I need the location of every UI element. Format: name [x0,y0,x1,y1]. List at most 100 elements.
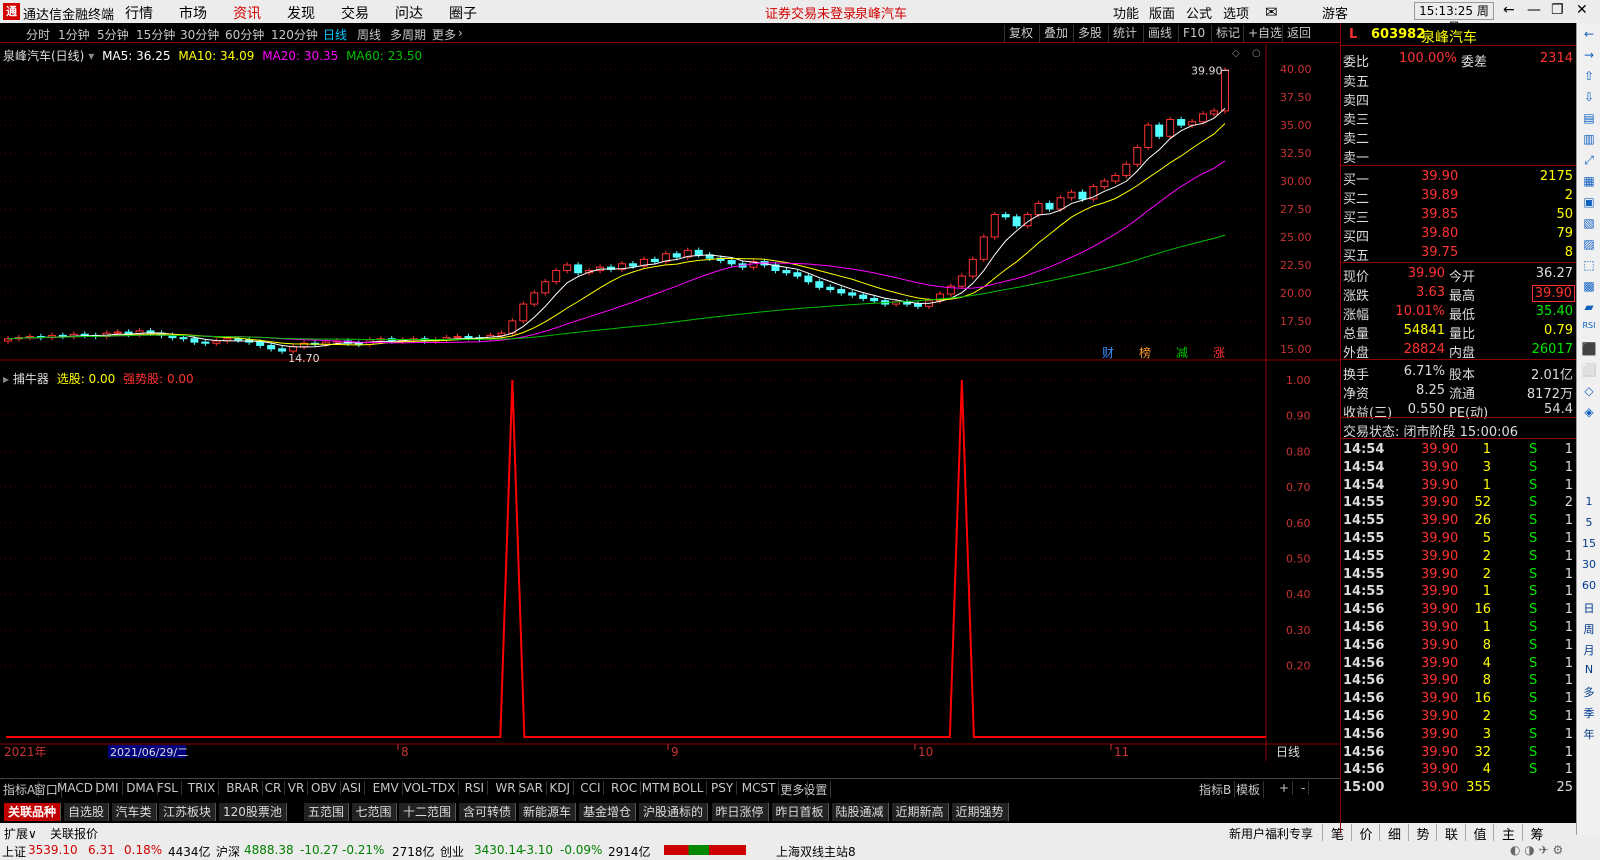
top-right-item[interactable]: 选项 [1223,3,1249,22]
indicator-tab[interactable]: OBV [308,781,341,795]
tool-button[interactable]: F10 [1178,25,1209,42]
indicator-tab[interactable]: VOL-TDX [400,781,460,795]
indicator-tab[interactable]: SAR [516,781,547,795]
sidebar-tool-icon[interactable]: → [1581,48,1597,62]
promo-link[interactable]: 新用户福利专享 [1229,825,1313,842]
block-tab[interactable]: 基金增仓 [579,803,637,821]
sidebar-tool-icon[interactable]: ← [1581,27,1597,41]
close-icon[interactable]: ✕ [1576,2,1588,18]
period-7[interactable]: 日线 [323,26,347,43]
block-tab[interactable]: 昨日首板 [771,803,829,821]
tool-button[interactable]: 标记 [1211,25,1244,42]
indicator-tab[interactable]: RSI [462,781,489,795]
indicator-tab[interactable]: MTM [639,781,674,795]
indicator-tab[interactable]: 设置 [800,781,832,798]
sidebar-tool-icon[interactable]: ⬛ [1581,342,1597,356]
minimize-icon[interactable]: — [1527,2,1541,18]
indicator-tab[interactable]: DMA [123,781,158,795]
sidebar-tool-icon[interactable]: ◇ [1581,384,1597,398]
sidebar-tool-icon[interactable]: RSI [1581,321,1597,330]
sub-collapse-icon[interactable]: ▸ [3,372,9,386]
block-tab[interactable]: 120股票池 [219,803,287,821]
indicator-right-tab[interactable]: 模板 [1233,781,1265,798]
sidebar-period-item[interactable]: 1 [1581,495,1597,508]
tool-button[interactable]: +自选 [1243,25,1286,42]
indicator-right-tab[interactable]: + [1276,781,1294,795]
block-tab[interactable]: 含可转债 [459,803,517,821]
sidebar-period-item[interactable]: 月 [1581,642,1597,658]
sidebar-tool-icon[interactable]: ⤢ [1581,153,1597,168]
more-chevron-icon[interactable]: › [458,26,463,40]
indicator-tab[interactable]: BRAR [223,781,263,795]
indicator-tab[interactable]: MCST [739,781,780,795]
block-tab[interactable]: 近期强势 [951,803,1009,821]
sidebar-tool-icon[interactable]: ▣ [1581,195,1597,209]
sidebar-period-item[interactable]: 周 [1581,621,1597,637]
expand-button[interactable]: 扩展∨ [4,825,37,842]
user-label[interactable]: 游客 [1322,3,1348,22]
period-9[interactable]: 多周期 [390,26,426,43]
sidebar-tool-icon[interactable]: ⬚ [1581,258,1597,272]
tool-button[interactable]: 多股 [1073,25,1106,42]
nav-item[interactable]: 行情 [125,3,153,23]
block-tab[interactable]: 自选股 [64,803,110,821]
sh-index[interactable]: 3539.10 [28,843,78,857]
nav-item[interactable]: 问达 [395,3,423,23]
sidebar-period-item[interactable]: 30 [1581,558,1597,571]
sidebar-tool-icon[interactable]: ▰ [1581,300,1597,314]
back-icon[interactable]: ← [1503,2,1515,18]
server-name[interactable]: 上海双线主站8 [776,843,856,860]
indicator-tab[interactable]: EMV [370,781,403,795]
sidebar-period-item[interactable]: 季 [1581,705,1597,721]
sidebar-period-item[interactable]: 日 [1581,600,1597,616]
sidebar-period-item[interactable]: 60 [1581,579,1597,592]
sidebar-tool-icon[interactable]: ⬜ [1581,363,1597,377]
tool-button[interactable]: 返回 [1282,25,1315,42]
tool-button[interactable]: 画线 [1143,25,1176,42]
indicator-tab[interactable]: TRIX [185,781,220,795]
sidebar-period-item[interactable]: 多 [1581,684,1597,700]
block-tab[interactable]: 近期新高 [891,803,949,821]
related-quote-tab[interactable]: 关联报价 [50,825,98,842]
sidebar-tool-icon[interactable]: ▤ [1581,111,1597,125]
nav-item[interactable]: 市场 [179,3,207,23]
block-tab[interactable]: 昨日涨停 [711,803,769,821]
period-4[interactable]: 30分钟 [180,26,219,43]
period-2[interactable]: 5分钟 [97,26,129,43]
sidebar-tool-icon[interactable]: ▥ [1581,132,1597,146]
top-right-item[interactable]: 公式 [1186,3,1212,22]
block-tab[interactable]: 新能源车 [519,803,577,821]
sidebar-tool-icon[interactable]: ▩ [1581,279,1597,293]
indicator-tab[interactable]: PSY [708,781,738,795]
period-8[interactable]: 周线 [357,26,381,43]
indicator-tab[interactable]: CR [262,781,286,795]
block-tab[interactable]: 五范围 [304,803,350,821]
block-tab[interactable]: 汽车类 [111,803,157,821]
stock-tag[interactable]: 泉峰汽车 [855,3,907,22]
block-tab[interactable]: 沪股通标的 [639,803,709,821]
indicator-tab[interactable]: KDJ [546,781,575,795]
sidebar-tool-icon[interactable]: ◈ [1581,405,1597,419]
sidebar-period-item[interactable]: 年 [1581,726,1597,742]
indicator-right-tab[interactable]: 指标B [1196,781,1236,798]
sidebar-tool-icon[interactable]: ⇩ [1581,90,1597,104]
indicator-tab[interactable]: DMI [92,781,123,795]
indicator-tab[interactable]: ASI [339,781,366,795]
cy-index[interactable]: 3430.14 [474,843,524,857]
period-0[interactable]: 分时 [26,26,50,43]
period-1[interactable]: 1分钟 [58,26,90,43]
indicator-tab[interactable]: VR [285,781,309,795]
tool-button[interactable]: 叠加 [1039,25,1072,42]
indicator-tab[interactable]: CCI [577,781,605,795]
nav-item[interactable]: 交易 [341,3,369,23]
indicator-tab[interactable]: BOLL [670,781,708,795]
period-3[interactable]: 15分钟 [136,26,175,43]
block-tab[interactable]: 江苏板块 [159,803,217,821]
sidebar-period-item[interactable]: 5 [1581,516,1597,529]
indicator-tab[interactable]: MACD [54,781,97,795]
sidebar-period-item[interactable]: N [1581,663,1597,676]
sidebar-tool-icon[interactable]: ▨ [1581,237,1597,251]
login-notice[interactable]: 证券交易未登录 [765,3,856,22]
sidebar-tool-icon[interactable]: ▦ [1581,174,1597,188]
indicator-tab[interactable]: ROC [608,781,642,795]
